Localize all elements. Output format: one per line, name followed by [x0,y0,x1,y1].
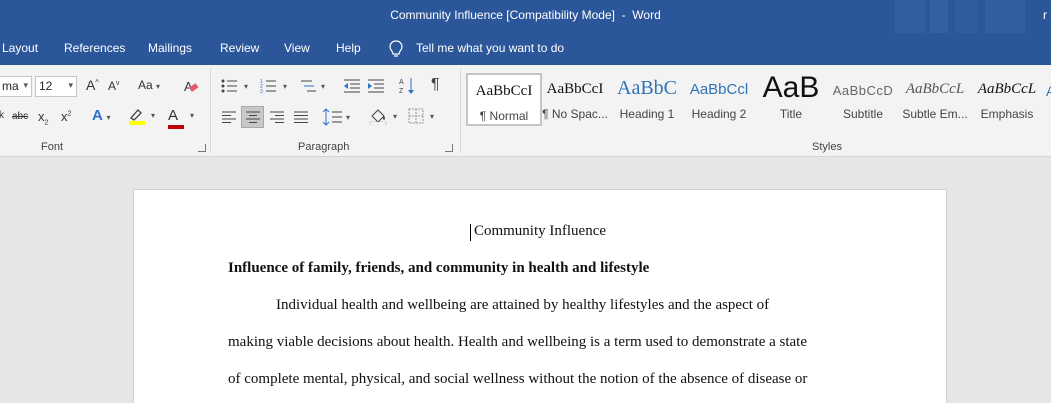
font-color-button[interactable]: A ▾ [168,107,194,129]
paragraph-group-label: Paragraph [298,141,350,153]
svg-text:Z: Z [399,88,404,95]
text-effects-button[interactable]: A ▾ [92,107,110,124]
svg-text:3: 3 [260,89,263,94]
highlighter-icon [129,109,145,125]
svg-text:▾: ▾ [346,113,350,122]
style-name: Title [779,107,803,121]
style-sample: AaBbCcD [832,83,894,98]
align-right-icon[interactable] [269,110,285,124]
svg-text:A: A [399,79,404,86]
style-name: Emphasis [980,107,1034,121]
clear-formatting-icon[interactable]: A [183,78,199,94]
svg-text:▾: ▾ [244,82,248,91]
style-emphasis[interactable]: AaBbCcL Emphasis [969,73,1045,126]
style-sample: AaBbCcI [475,83,533,99]
svg-text:▾: ▾ [321,82,325,91]
tab-mailings[interactable]: Mailings [148,41,192,55]
style-subtitle[interactable]: AaBbCcD Subtitle [825,73,901,126]
subscript-button[interactable]: x2 [38,109,48,127]
styles-group-label: Styles [812,141,842,153]
paragraph-line[interactable]: of complete mental, physical, and social… [228,371,807,388]
increase-indent-icon[interactable] [367,78,385,94]
title-bar: Community Influence [Compatibility Mode]… [0,0,1051,33]
font-color-swatch [168,125,184,129]
style-sample: AaBbC [617,77,677,99]
paragraph-line[interactable]: Individual health and wellbeing are atta… [276,297,769,314]
style-heading-1[interactable]: AaBbC Heading 1 [609,73,685,126]
paragraph-line[interactable]: making viable decisions about health. He… [228,334,807,351]
style-gallery-overflow: A [1046,83,1051,97]
paragraph-dialog-launcher[interactable] [445,144,453,152]
highlight-button[interactable]: ▾ [127,107,155,128]
section-heading[interactable]: Influence of family, friends, and commun… [228,260,649,277]
change-case-button[interactable]: Aa ▾ [138,78,160,92]
group-divider [460,69,461,153]
bold-button-partial[interactable]: k [0,110,4,121]
numbering-button[interactable]: 123 ▾ [260,78,292,94]
superscript-button[interactable]: x2 [61,109,71,124]
font-size-value: 12 [39,79,53,93]
chevron-down-icon: ▾ [68,80,73,90]
style-sample: AaB [762,71,820,104]
font-color-icon: A [168,107,179,124]
grow-font-icon: A [86,77,96,93]
text-effects-icon: A [92,107,103,124]
ribbon: ma ▾ 12 ▾ A^ Av Aa ▾ A k abc x2 x2 A ▾ ▾ A… [0,65,1051,157]
style-name: ¶ No Spac... [542,107,608,121]
align-center-icon [246,111,260,123]
style-name: Subtitle [842,107,884,121]
style-sample: AaBbCcI [546,81,604,97]
style-name: Heading 1 [619,107,675,121]
grow-font-button[interactable]: A^ [86,77,99,93]
ribbon-tabs: Layout References Mailings Review View H… [0,33,1051,65]
font-name-value: ma [2,79,19,93]
sort-icon[interactable]: AZ [399,76,417,96]
strikethrough-button[interactable]: abc [12,111,28,122]
show-formatting-marks-button[interactable]: ¶ [431,76,440,94]
tell-me-search[interactable]: Tell me what you want to do [416,41,564,55]
justify-icon[interactable] [293,110,309,124]
change-case-icon: Aa [138,78,153,92]
style-sample: AaBbCcl [689,81,749,98]
line-spacing-icon[interactable]: ▾ [323,108,353,126]
tab-review[interactable]: Review [220,41,259,55]
document-page[interactable]: Community Influence Influence of family,… [133,189,947,403]
style-name: ¶ Normal [479,109,529,123]
tab-view[interactable]: View [284,41,310,55]
style-sample: AaBbCcL [905,81,965,97]
style-title[interactable]: AaB Title [753,71,829,126]
style-name: Heading 2 [691,107,747,121]
align-left-icon[interactable] [221,110,237,124]
bullets-button[interactable]: ▾ [221,78,253,94]
style-normal[interactable]: AaBbCcI ¶ Normal [466,73,542,126]
shrink-font-icon: A [108,79,117,93]
style-no-spacing[interactable]: AaBbCcI ¶ No Spac... [537,73,613,126]
multilevel-list-button[interactable]: ▾ [300,78,330,94]
shading-icon[interactable]: ▾ [369,107,401,125]
decrease-indent-icon[interactable] [343,78,361,94]
user-account[interactable]: r [1043,8,1047,22]
font-dialog-launcher[interactable] [198,144,206,152]
document-title[interactable]: Community Influence [134,223,946,240]
svg-text:▾: ▾ [393,112,397,121]
shrink-font-button[interactable]: Av [108,79,120,93]
svg-text:▾: ▾ [430,112,434,121]
window-title: Community Influence [Compatibility Mode]… [390,8,661,22]
style-sample: AaBbCcL [977,81,1037,97]
style-heading-2[interactable]: AaBbCcl Heading 2 [681,73,757,126]
svg-text:▾: ▾ [283,82,287,91]
chevron-down-icon: ▾ [23,80,28,90]
lightbulb-icon [389,40,403,57]
style-subtle-emphasis[interactable]: AaBbCcL Subtle Em... [897,73,973,126]
font-group-label: Font [41,141,64,153]
font-name-box[interactable]: ma ▾ [0,76,32,97]
borders-icon[interactable]: ▾ [408,108,440,124]
align-center-button[interactable] [241,106,264,128]
group-divider [210,69,211,153]
tab-help[interactable]: Help [336,41,361,55]
style-name: Subtle Em... [902,107,968,121]
font-size-box[interactable]: 12 ▾ [35,76,77,97]
tab-references[interactable]: References [64,41,125,55]
tab-layout[interactable]: Layout [2,41,38,55]
